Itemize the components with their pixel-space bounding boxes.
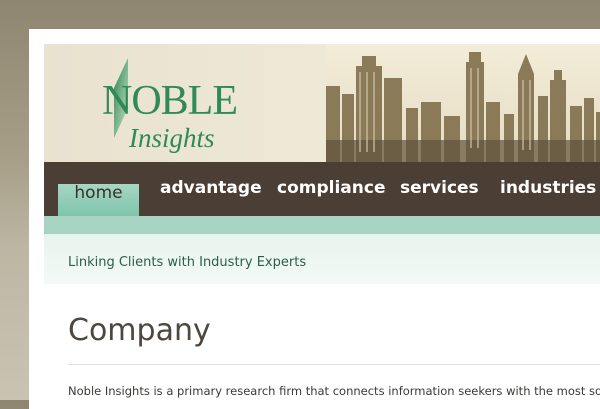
nav-item-advantage[interactable]: advantage [160, 178, 262, 198]
intro-paragraph: Noble Insights is a primary research fir… [68, 384, 600, 398]
nav-item-home[interactable]: home [58, 183, 139, 216]
nav-accent-stripe [44, 216, 600, 234]
tagline: Linking Clients with Industry Experts [68, 255, 307, 270]
nav-item-industries[interactable]: industries [500, 178, 596, 198]
page-container: NOBLE Insights home advantage compliance… [29, 29, 600, 409]
main-nav: home advantage compliance services indus… [44, 162, 600, 216]
page-title: Company [68, 313, 211, 348]
nav-item-compliance[interactable]: compliance [277, 178, 385, 198]
title-divider [68, 364, 600, 365]
nav-item-services[interactable]: services [400, 178, 479, 198]
city-skyline-image [326, 44, 600, 162]
logo-subtitle: Insights [129, 123, 215, 153]
site-header: NOBLE Insights [44, 44, 600, 162]
logo-wordmark[interactable]: NOBLE [102, 80, 238, 122]
tagline-bar: Linking Clients with Industry Experts [44, 234, 600, 284]
